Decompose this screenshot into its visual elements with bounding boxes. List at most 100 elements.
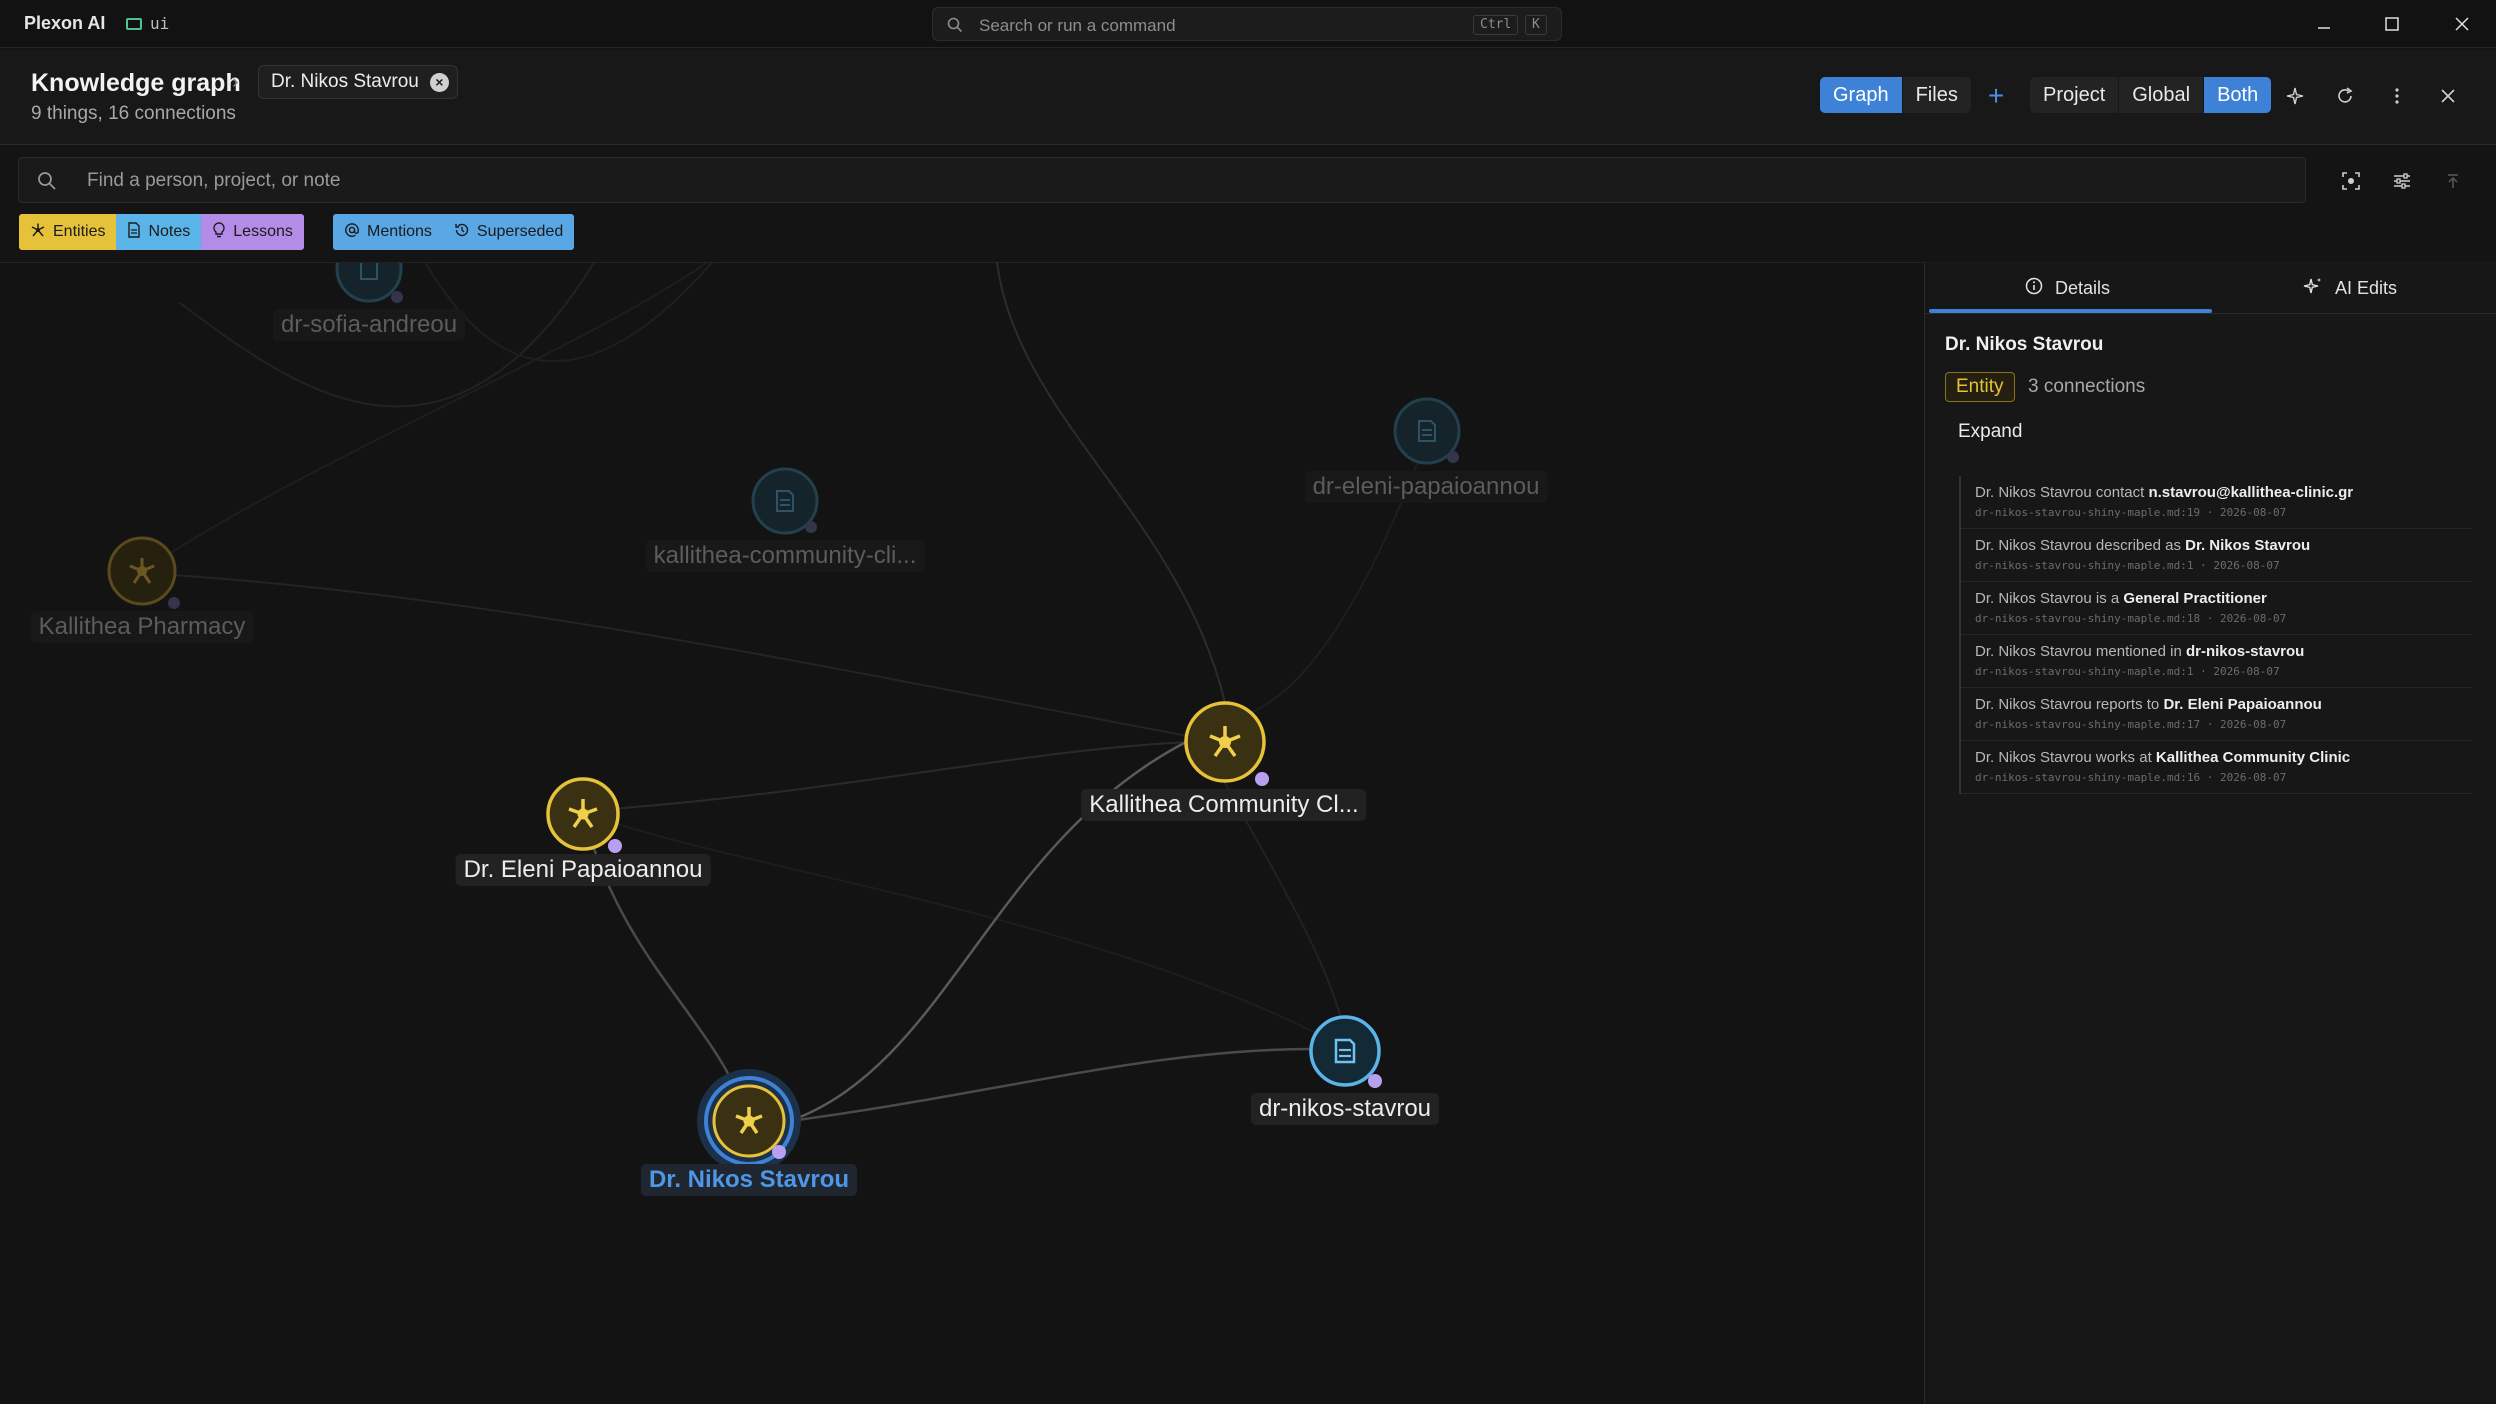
graph-node-kallithea-community-clinic[interactable] [1183,700,1273,790]
fact-list: Dr. Nikos Stavrou contact n.stavrou@kall… [1959,476,2473,794]
fact-item[interactable]: Dr. Nikos Stavrou contact n.stavrou@kall… [1961,476,2473,529]
tab-ai-edits-label: AI Edits [2335,277,2398,298]
graph-node-dr-nikos-stavrou[interactable] [694,1066,804,1176]
graph-node-dr-eleni-papaioannou-entity[interactable] [545,776,625,856]
entity-icon [546,777,622,853]
graph-node-kallithea-community-note[interactable] [750,466,826,542]
graph-node-label: Kallithea Community Cl... [1081,789,1367,821]
filter-lessons[interactable]: Lessons [201,214,304,250]
note-icon [751,467,819,535]
fact-source: dr-nikos-stavrou-shiny-maple.md:1 · 2026… [1975,665,2280,678]
history-icon [454,222,470,243]
fact-item[interactable]: Dr. Nikos Stavrou mentioned in dr-nikos-… [1961,635,2473,688]
fact-predicate: described as [2095,537,2181,554]
graph-node-label-selected: Dr. Nikos Stavrou [640,1164,858,1196]
graph-header: Knowledge graph › Dr. Nikos Stavrou × 9 … [0,49,2496,145]
settings-sliders-icon[interactable] [2388,167,2416,195]
fact-item[interactable]: Dr. Nikos Stavrou described as Dr. Nikos… [1961,529,2473,582]
graph-node-label: dr-eleni-papaioannou [1304,471,1548,503]
filter-entities[interactable]: Entities [19,214,117,250]
tab-graph[interactable]: Graph [1820,77,1903,113]
more-options-icon[interactable] [2383,82,2411,110]
filter-lessons-label: Lessons [233,223,293,240]
fact-subject: Dr. Nikos Stavrou [1975,537,2092,554]
fact-object: Dr. Nikos Stavrou [2185,537,2311,554]
fact-subject: Dr. Nikos Stavrou [1975,643,2092,660]
fact-source: dr-nikos-stavrou-shiny-maple.md:17 · 202… [1975,718,2287,731]
scope-both[interactable]: Both [2204,77,2272,113]
expand-button[interactable]: Expand [1958,421,2022,443]
fact-predicate: is a [2095,590,2120,607]
close-panel-icon[interactable] [2434,82,2462,110]
graph-search-input[interactable]: Find a person, project, or note [18,157,2306,203]
graph-node-label: Dr. Eleni Papaioannou [455,854,711,886]
sparkle-icon [2303,276,2323,301]
fact-predicate: contact [2095,484,2145,501]
minimize-button[interactable] [2309,10,2339,38]
filter-superseded[interactable]: Superseded [442,214,575,250]
breadcrumb-chip[interactable]: Dr. Nikos Stavrou × [258,65,458,99]
graph-node-dr-eleni-papaioannou[interactable] [1392,396,1462,466]
tab-details[interactable]: Details [2025,262,2110,314]
fact-item[interactable]: Dr. Nikos Stavrou works at Kallithea Com… [1961,741,2473,794]
maximize-button[interactable] [2377,10,2407,38]
add-icon[interactable]: + [1982,80,2010,111]
fact-source: dr-nikos-stavrou-shiny-maple.md:1 · 2026… [1975,559,2280,572]
entity-title: Dr. Nikos Stavrou [1945,334,2104,355]
graph-node-label: dr-nikos-stavrou [1250,1093,1440,1125]
graph-node-kallithea-pharmacy[interactable] [107,536,183,612]
panel-tabs: Details AI Edits [1925,262,2496,314]
fact-object: Dr. Eleni Papaioannou [2163,696,2322,713]
info-icon [2025,277,2043,300]
filter-notes[interactable]: Notes [116,214,202,250]
app-title: Plexon AI [24,13,106,33]
graph-canvas[interactable]: dr-sofia-andreou dr-eleni-papaioannou ka… [0,262,1924,1404]
close-window-button[interactable] [2447,10,2477,38]
fact-source: dr-nikos-stavrou-shiny-maple.md:16 · 202… [1975,771,2287,784]
page-title: Knowledge graph [31,69,241,97]
graph-node-label: Kallithea Pharmacy [30,611,254,643]
fact-subject: Dr. Nikos Stavrou [1975,484,2092,501]
tab-files[interactable]: Files [1903,77,1971,113]
scope-toggle: Project Global Both [2030,77,2272,113]
search-placeholder: Find a person, project, or note [87,170,341,191]
search-icon [947,17,963,38]
relation-filters: Mentions Superseded [333,214,575,250]
focus-icon[interactable] [2337,167,2365,195]
fact-subject: Dr. Nikos Stavrou [1975,696,2092,713]
clear-focus-icon[interactable]: × [429,73,449,92]
details-panel: Details AI Edits Dr. Nikos Stavrou Entit… [1924,262,2496,1404]
fact-source: dr-nikos-stavrou-shiny-maple.md:19 · 202… [1975,506,2287,519]
fact-object: Kallithea Community Clinic [2155,749,2351,766]
scope-global[interactable]: Global [2119,77,2205,113]
workspace-name: ui [150,14,170,33]
sparkle-icon[interactable] [2281,82,2309,110]
graph-edges [139,263,1426,1123]
fact-source: dr-nikos-stavrou-shiny-maple.md:18 · 202… [1975,612,2287,625]
filter-entities-label: Entities [53,223,106,240]
fact-item[interactable]: Dr. Nikos Stavrou is a General Practitio… [1961,582,2473,635]
graph-node-dr-nikos-stavrou-note[interactable] [1308,1014,1388,1094]
refresh-icon[interactable] [2331,82,2359,110]
note-icon [335,263,403,303]
graph-node-label: dr-sofia-andreou [272,309,466,341]
filter-notes-label: Notes [148,223,191,240]
graph-node-dr-sofia-andreou[interactable] [334,263,404,304]
lightbulb-icon [212,221,226,243]
breadcrumb-label: Dr. Nikos Stavrou [271,71,419,92]
fact-predicate: works at [2095,749,2152,766]
workspace-selector[interactable]: ui [126,14,169,33]
shortcut-mod-key: Ctrl [1473,15,1519,35]
type-filters: Entities Notes Lessons [19,214,304,250]
filter-mentions[interactable]: Mentions [333,214,443,250]
chevron-right-icon: › [232,71,239,93]
graph-node-label: kallithea-community-cli... [645,540,925,572]
scope-project[interactable]: Project [2030,77,2120,113]
collapse-icon[interactable] [2439,167,2467,195]
fact-predicate: mentioned in [2095,643,2182,660]
command-bar[interactable]: Search or run a command Ctrl K [932,7,1562,41]
fact-predicate: reports to [2095,696,2160,713]
filter-mentions-label: Mentions [367,223,432,240]
tab-ai-edits[interactable]: AI Edits [2303,262,2397,314]
fact-item[interactable]: Dr. Nikos Stavrou reports to Dr. Eleni P… [1961,688,2473,741]
